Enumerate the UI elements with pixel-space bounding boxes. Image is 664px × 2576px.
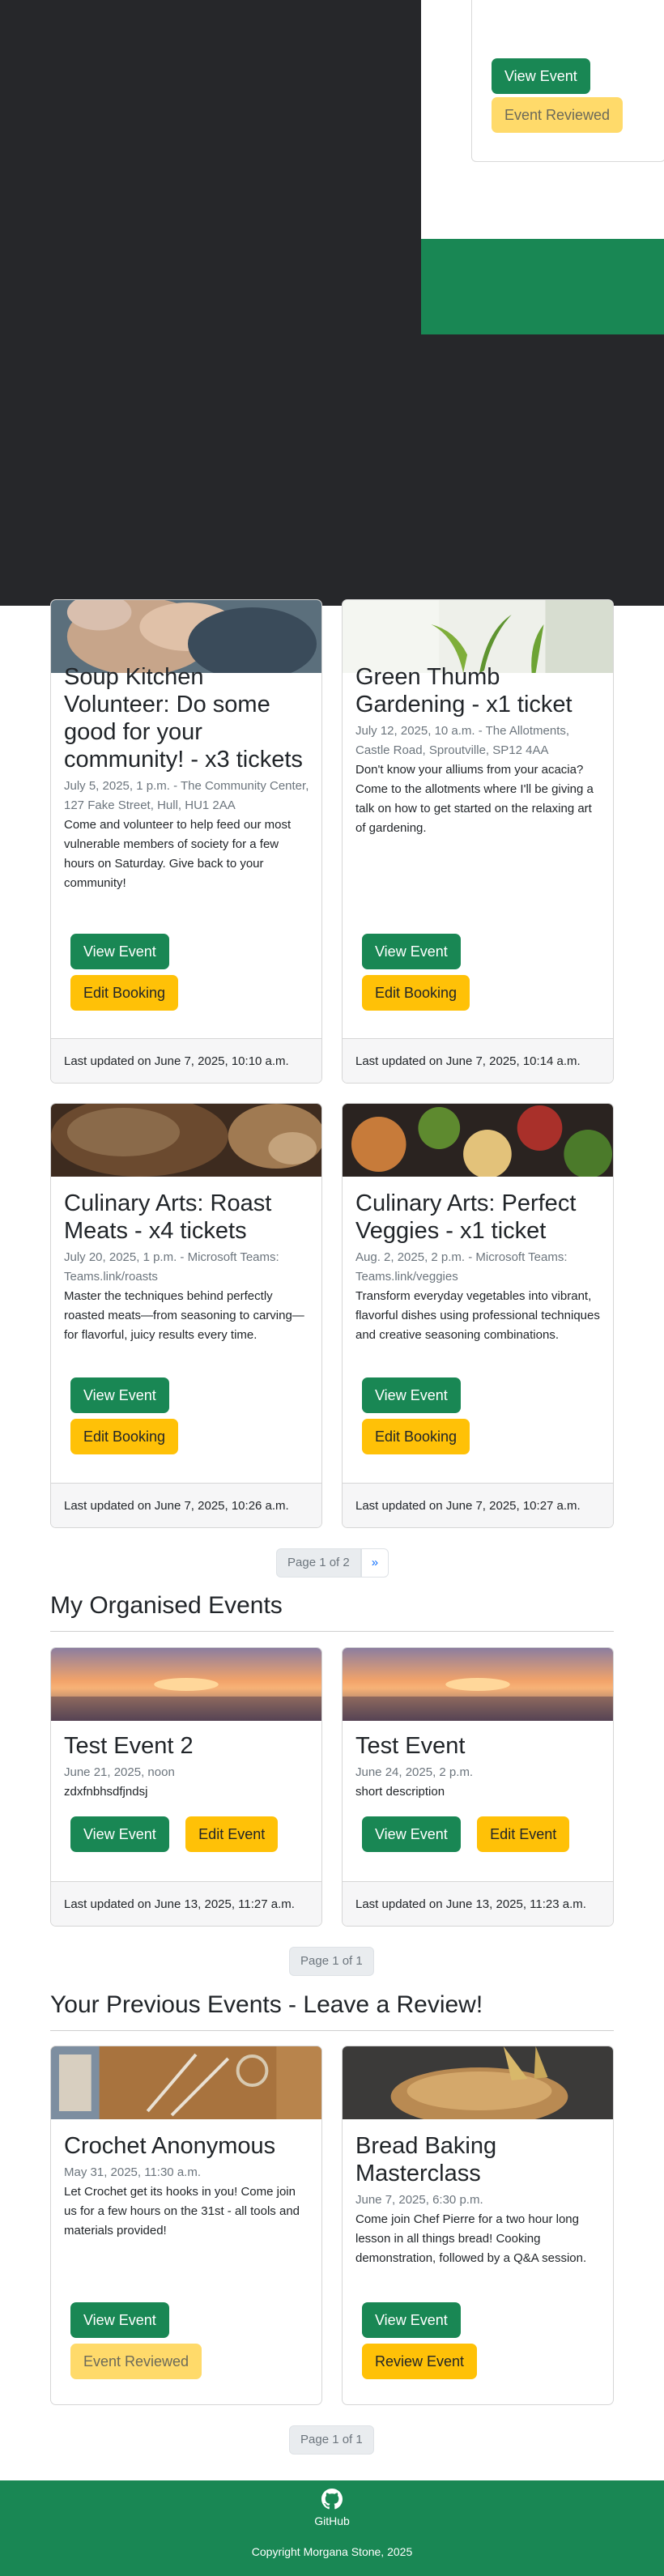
event-title: Bread Baking Masterclass bbox=[355, 2133, 497, 2186]
next-page-link[interactable]: » bbox=[360, 1548, 389, 1578]
section-divider bbox=[50, 2030, 614, 2031]
page-indicator: Page 1 of 1 bbox=[289, 2425, 374, 2455]
view-event-button[interactable]: View Event bbox=[70, 934, 169, 969]
card-footer: Last updated on June 7, 2025, 10:10 a.m. bbox=[51, 1038, 321, 1083]
bookings-pagination: Page 1 of 2 » bbox=[276, 1548, 389, 1578]
booking-card: Soup Kitchen Volunteer: Do some good for… bbox=[50, 599, 322, 1084]
card-footer: Last updated on June 7, 2025, 10:14 a.m. bbox=[343, 1038, 613, 1083]
bread-loaf-photo bbox=[343, 2046, 613, 2119]
event-meta: July 12, 2025, 10 a.m. - The Allotments,… bbox=[355, 724, 570, 757]
crafting-tools-photo bbox=[51, 2046, 321, 2119]
view-event-button[interactable]: View Event bbox=[362, 1377, 461, 1413]
event-description: Come and volunteer to help feed our most… bbox=[64, 818, 292, 890]
booking-card: Culinary Arts: Roast Meats - x4 tickets … bbox=[50, 1103, 322, 1528]
event-meta: June 21, 2025, noon bbox=[64, 1765, 175, 1779]
card-footer: Last updated on June 7, 2025, 10:27 a.m. bbox=[343, 1483, 613, 1527]
event-title: Culinary Arts: Perfect Veggies - x1 tick… bbox=[355, 1190, 577, 1244]
organised-pagination: Page 1 of 1 bbox=[289, 1947, 374, 1976]
card-footer: Last updated on June 13, 2025, 11:27 a.m… bbox=[51, 1881, 321, 1926]
review-event-button[interactable]: Review Event bbox=[362, 2344, 478, 2379]
view-event-button[interactable]: View Event bbox=[362, 1816, 461, 1852]
event-meta: June 24, 2025, 2 p.m. bbox=[355, 1765, 474, 1779]
sunset-sea-photo bbox=[343, 1648, 613, 1721]
card-footer: Last updated on June 13, 2025, 11:23 a.m… bbox=[343, 1881, 613, 1926]
previous-event-card: Bread Baking Masterclass June 7, 2025, 6… bbox=[342, 2046, 614, 2405]
view-event-button[interactable]: View Event bbox=[70, 1377, 169, 1413]
roast-meat-photo bbox=[51, 1104, 321, 1177]
previous-pagination: Page 1 of 1 bbox=[289, 2425, 374, 2455]
event-title: Soup Kitchen Volunteer: Do some good for… bbox=[64, 664, 303, 773]
previous-event-card: Crochet Anonymous May 31, 2025, 11:30 a.… bbox=[50, 2046, 322, 2405]
event-card-partial: View Event Event Reviewed bbox=[471, 0, 664, 162]
event-reviewed-badge: Event Reviewed bbox=[70, 2344, 202, 2379]
event-description: zdxfnbhsdfjndsj bbox=[64, 1785, 148, 1799]
event-meta: Aug. 2, 2025, 2 p.m. - Microsoft Teams: … bbox=[355, 1250, 568, 1284]
event-title: Crochet Anonymous bbox=[64, 2133, 276, 2159]
edit-booking-button[interactable]: Edit Booking bbox=[70, 975, 179, 1011]
sunset-sea-photo bbox=[51, 1648, 321, 1721]
event-meta: July 20, 2025, 1 p.m. - Microsoft Teams:… bbox=[64, 1250, 279, 1284]
event-reviewed-badge: Event Reviewed bbox=[492, 97, 624, 133]
github-icon bbox=[321, 2489, 343, 2510]
organised-event-card: Test Event 2 June 21, 2025, noon zdxfnbh… bbox=[50, 1647, 322, 1927]
view-event-button[interactable]: View Event bbox=[362, 2302, 461, 2338]
edit-event-button[interactable]: Edit Event bbox=[477, 1816, 570, 1852]
booking-card: Culinary Arts: Perfect Veggies - x1 tick… bbox=[342, 1103, 614, 1528]
copyright-text: Copyright Morgana Stone, 2025 bbox=[251, 2545, 413, 2558]
event-meta: July 5, 2025, 1 p.m. - The Community Cen… bbox=[64, 779, 309, 812]
family-hands-photo bbox=[51, 600, 321, 673]
seedlings-photo bbox=[343, 600, 613, 673]
event-title: Test Event 2 bbox=[64, 1733, 194, 1759]
event-title: Culinary Arts: Roast Meats - x4 tickets bbox=[64, 1190, 272, 1244]
event-description: short description bbox=[355, 1785, 445, 1799]
section-heading-organised: My Organised Events bbox=[50, 1592, 283, 1619]
event-description: Master the techniques behind perfectly r… bbox=[64, 1289, 304, 1342]
page-indicator: Page 1 of 2 bbox=[276, 1548, 361, 1578]
event-title: Green Thumb Gardening - x1 ticket bbox=[355, 664, 572, 717]
section-heading-previous: Your Previous Events - Leave a Review! bbox=[50, 1991, 483, 2018]
event-description: Let Crochet get its hooks in you! Come j… bbox=[64, 2185, 300, 2238]
green-banner bbox=[421, 239, 664, 334]
card-footer: Last updated on June 7, 2025, 10:26 a.m. bbox=[51, 1483, 321, 1527]
modal-backdrop bbox=[0, 0, 421, 606]
event-description: Come join Chef Pierre for a two hour lon… bbox=[355, 2212, 587, 2265]
view-event-button[interactable]: View Event bbox=[362, 934, 461, 969]
edit-booking-button[interactable]: Edit Booking bbox=[362, 975, 470, 1011]
github-link[interactable]: GitHub bbox=[300, 2489, 364, 2530]
site-footer: GitHub Copyright Morgana Stone, 2025 bbox=[0, 2480, 664, 2576]
booking-card: Green Thumb Gardening - x1 ticket July 1… bbox=[342, 599, 614, 1084]
event-title: Test Event bbox=[355, 1733, 466, 1759]
edit-event-button[interactable]: Edit Event bbox=[185, 1816, 279, 1852]
event-meta: June 7, 2025, 6:30 p.m. bbox=[355, 2193, 483, 2207]
view-event-button[interactable]: View Event bbox=[70, 1816, 169, 1852]
view-event-button[interactable]: View Event bbox=[492, 58, 590, 94]
organised-event-card: Test Event June 24, 2025, 2 p.m. short d… bbox=[342, 1647, 614, 1927]
section-divider bbox=[50, 1631, 614, 1632]
page-indicator: Page 1 of 1 bbox=[289, 1947, 374, 1976]
event-meta: May 31, 2025, 11:30 a.m. bbox=[64, 2165, 201, 2179]
vegetable-bowls-photo bbox=[343, 1104, 613, 1177]
github-label: GitHub bbox=[314, 2514, 350, 2527]
event-description: Don't know your alliums from your acacia… bbox=[355, 763, 594, 835]
edit-booking-button[interactable]: Edit Booking bbox=[362, 1419, 470, 1454]
view-event-button[interactable]: View Event bbox=[70, 2302, 169, 2338]
edit-booking-button[interactable]: Edit Booking bbox=[70, 1419, 179, 1454]
event-description: Transform everyday vegetables into vibra… bbox=[355, 1289, 600, 1342]
